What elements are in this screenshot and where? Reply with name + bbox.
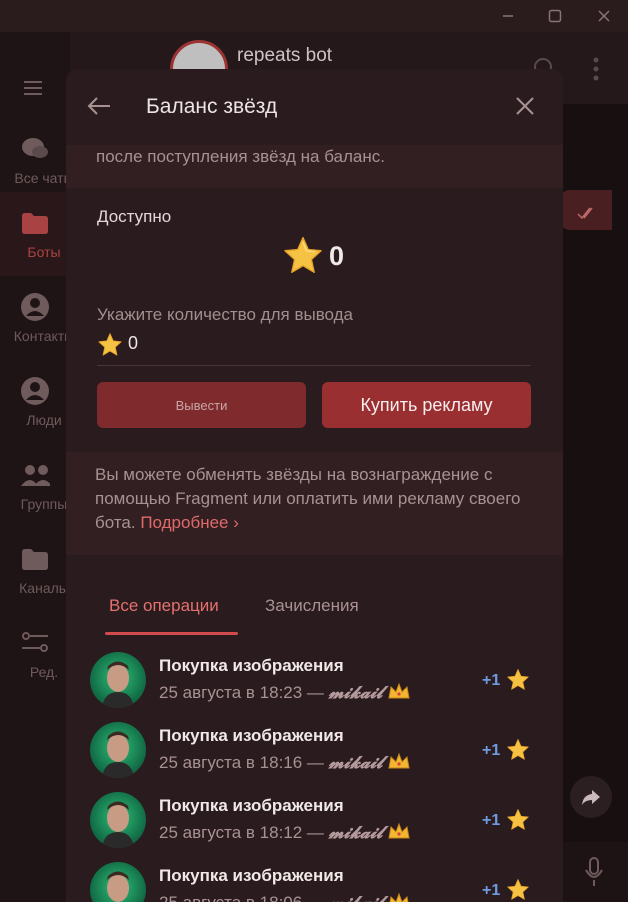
transaction-meta: 25 августа в 18:06 — 𝓶𝓲𝓴𝓪𝓲𝓵 bbox=[159, 892, 411, 902]
transaction-date: 25 августа в 18:12 — bbox=[159, 823, 329, 842]
transaction-meta: 25 августа в 18:12 — 𝓶𝓲𝓴𝓪𝓲𝓵 bbox=[159, 822, 411, 843]
sidebar-label: Люди bbox=[26, 412, 62, 428]
transaction-row[interactable]: Покупка изображения 25 августа в 18:23 —… bbox=[66, 642, 563, 712]
sidebar-label: Контакты bbox=[13, 328, 75, 344]
transaction-title: Покупка изображения bbox=[159, 656, 344, 675]
transaction-user: 𝓶𝓲𝓴𝓪𝓲𝓵 bbox=[328, 753, 383, 773]
transaction-row[interactable]: Покупка изображения 25 августа в 18:06 —… bbox=[66, 852, 563, 902]
withdraw-button[interactable]: Вывести bbox=[97, 382, 306, 428]
sidebar-item-people[interactable]: Люди bbox=[0, 360, 70, 444]
star-icon bbox=[507, 809, 529, 830]
buy-ads-button[interactable]: Купить рекламу bbox=[322, 382, 531, 428]
edit-icon bbox=[20, 628, 50, 658]
active-tab-indicator bbox=[105, 632, 238, 635]
avatar bbox=[90, 652, 146, 708]
minimize-icon[interactable] bbox=[486, 0, 530, 32]
transaction-amount: +1 bbox=[482, 672, 501, 689]
microphone-icon[interactable] bbox=[579, 852, 609, 892]
sidebar-item-groups[interactable]: Группы bbox=[0, 444, 70, 528]
star-icon bbox=[284, 236, 322, 273]
contact-icon bbox=[20, 292, 50, 322]
close-icon[interactable] bbox=[510, 91, 540, 121]
chat-title: repeats bot bbox=[237, 45, 333, 66]
transaction-title: Покупка изображения bbox=[159, 866, 344, 885]
star-icon bbox=[507, 669, 529, 690]
read-checks-icon bbox=[577, 207, 593, 220]
balance-value: 0 bbox=[329, 241, 345, 271]
star-balance-dialog: Баланс звёзд после поступления звёзд на … bbox=[66, 69, 563, 902]
sidebar-item-channels[interactable]: Каналы bbox=[0, 528, 70, 612]
amount-label: Укажите количество для вывода bbox=[97, 305, 353, 324]
crown-icon bbox=[388, 822, 410, 839]
tab-all-operations[interactable]: Все операции bbox=[109, 596, 219, 616]
star-icon bbox=[507, 879, 529, 900]
folder-icon bbox=[20, 544, 50, 574]
forward-icon[interactable] bbox=[570, 776, 612, 818]
back-icon[interactable] bbox=[84, 91, 114, 121]
transaction-date: 25 августа в 18:23 — bbox=[159, 683, 329, 702]
transaction-title: Покупка изображения bbox=[159, 796, 344, 815]
group-icon bbox=[20, 460, 50, 490]
sidebar-item-contacts[interactable]: Контакты bbox=[0, 276, 74, 360]
sidebar-label: Группы bbox=[20, 496, 68, 512]
transaction-user: 𝓶𝓲𝓴𝓪𝓲𝓵 bbox=[328, 823, 383, 843]
transaction-amount: +1 bbox=[482, 812, 501, 829]
transaction-date: 25 августа в 18:16 — bbox=[159, 753, 329, 772]
sidebar-label: Боты bbox=[27, 244, 61, 260]
crown-icon bbox=[388, 752, 410, 769]
star-icon bbox=[98, 333, 122, 356]
window-close-icon[interactable] bbox=[582, 0, 626, 32]
crown-icon bbox=[388, 682, 410, 699]
sidebar-item-edit[interactable]: Ред. bbox=[0, 612, 70, 696]
transaction-user: 𝓶𝓲𝓴𝓪𝓲𝓵 bbox=[329, 893, 383, 902]
sidebar-item-all-chats[interactable]: Все чаты bbox=[0, 118, 74, 202]
star-icon bbox=[507, 739, 529, 760]
transaction-amount: +1 bbox=[482, 742, 501, 759]
message-bubble bbox=[560, 190, 612, 230]
transaction-meta: 25 августа в 18:23 — 𝓶𝓲𝓴𝓪𝓲𝓵 bbox=[159, 682, 411, 703]
amount-underline bbox=[97, 365, 531, 366]
person-icon bbox=[20, 376, 50, 406]
tab-credits[interactable]: Зачисления bbox=[265, 596, 359, 616]
learn-more-link[interactable]: Подробнее › bbox=[140, 513, 239, 532]
available-label: Доступно bbox=[97, 207, 172, 226]
note-text: после поступления звёзд на баланс. bbox=[96, 147, 385, 166]
more-icon[interactable] bbox=[588, 56, 604, 87]
avatar bbox=[90, 792, 146, 848]
maximize-icon[interactable] bbox=[533, 0, 577, 32]
avatar bbox=[90, 722, 146, 778]
transaction-row[interactable]: Покупка изображения 25 августа в 18:16 —… bbox=[66, 712, 563, 782]
sidebar-label: Каналы bbox=[19, 580, 69, 596]
crown-icon bbox=[389, 892, 409, 902]
sidebar-label: Ред. bbox=[29, 664, 59, 680]
sidebar-label: Все чаты bbox=[14, 170, 74, 186]
chats-icon bbox=[20, 134, 50, 164]
transaction-row[interactable]: Покупка изображения 25 августа в 18:12 —… bbox=[66, 782, 563, 852]
folder-icon bbox=[20, 208, 50, 238]
transaction-amount: +1 bbox=[482, 882, 501, 899]
amount-input[interactable] bbox=[128, 333, 428, 354]
transaction-date: 25 августа в 18:06 — bbox=[159, 893, 329, 902]
window-titlebar bbox=[0, 0, 628, 32]
info-text: Вы можете обменять звёзды на вознагражде… bbox=[95, 463, 545, 535]
transaction-meta: 25 августа в 18:16 — 𝓶𝓲𝓴𝓪𝓲𝓵 bbox=[159, 752, 411, 773]
transaction-user: 𝓶𝓲𝓴𝓪𝓲𝓵 bbox=[328, 683, 383, 703]
sidebar-item-bots[interactable]: Боты bbox=[0, 192, 70, 276]
dialog-title: Баланс звёзд bbox=[146, 95, 278, 118]
transaction-title: Покупка изображения bbox=[159, 726, 344, 745]
dialog-header: Баланс звёзд bbox=[66, 69, 563, 145]
avatar bbox=[90, 862, 146, 902]
